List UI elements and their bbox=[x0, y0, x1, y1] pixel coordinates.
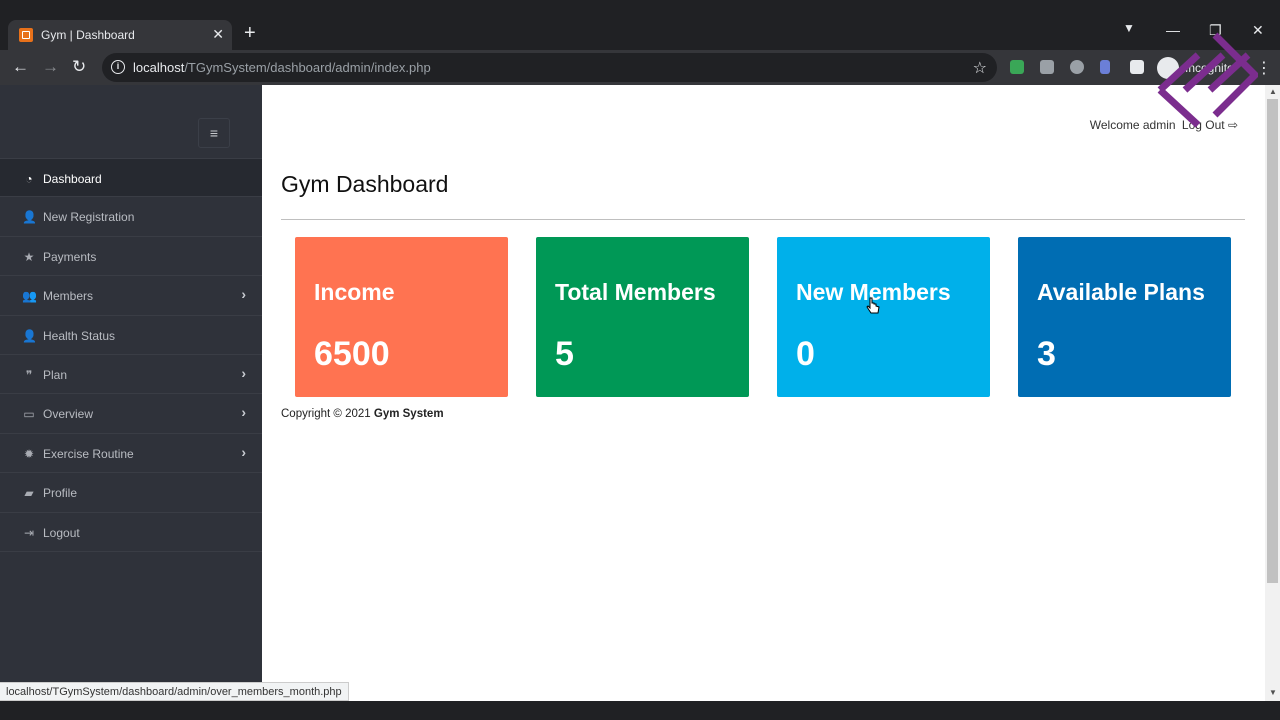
chevron-right-icon: › bbox=[241, 443, 246, 460]
gear-icon: ✹ bbox=[23, 446, 35, 461]
stat-card-new-members[interactable]: New Members 0 bbox=[777, 237, 990, 397]
status-url-bar: localhost/TGymSystem/dashboard/admin/ove… bbox=[0, 682, 349, 701]
scroll-down-icon[interactable]: ▼ bbox=[1269, 688, 1277, 697]
sidebar-item-plan[interactable]: ❞ Plan › bbox=[0, 355, 262, 395]
sidebar-nav: ◔ Dashboard 👤 New Registration ★ Payments 👥 Mem… bbox=[0, 158, 262, 552]
copyright-brand: Gym System bbox=[373, 408, 444, 420]
sidebar-item-dashboard[interactable]: ◔ Dashboard bbox=[0, 158, 262, 198]
sidebar-item-label: Payments bbox=[43, 249, 97, 264]
camera-icon[interactable] bbox=[1040, 60, 1054, 74]
folder-icon: ▰ bbox=[24, 486, 34, 501]
pen-icon[interactable] bbox=[1100, 60, 1110, 74]
new-tab-button[interactable]: + bbox=[244, 23, 256, 43]
sidebar-item-label: Health Status bbox=[43, 328, 116, 343]
sidebar-item-label: Plan bbox=[43, 367, 68, 382]
sidebar-item-label: Exercise Routine bbox=[43, 446, 134, 461]
quote-icon: ❞ bbox=[25, 367, 33, 382]
user-plus-icon: 👤 bbox=[22, 210, 37, 225]
cloud-icon[interactable] bbox=[1070, 60, 1084, 74]
url-host: localhost bbox=[133, 60, 185, 75]
extension-icon[interactable] bbox=[1010, 60, 1024, 74]
card-title: Total Members bbox=[555, 279, 716, 305]
sidebar-item-exercise-routine[interactable]: ✹ Exercise Routine › bbox=[0, 434, 262, 474]
address-bar[interactable]: i localhost/TGymSystem/dashboard/admin/i… bbox=[102, 53, 997, 82]
card-value: 5 bbox=[555, 335, 574, 373]
star-icon: ★ bbox=[23, 249, 35, 264]
chevron-right-icon: › bbox=[241, 286, 246, 303]
card-title: Income bbox=[314, 279, 395, 305]
tab-search-icon[interactable]: ▼ bbox=[1123, 21, 1135, 35]
user-plus-icon: 👤 bbox=[22, 328, 37, 343]
watermark-logo bbox=[1157, 32, 1258, 128]
archive-icon: ▭ bbox=[23, 407, 35, 422]
sidebar-item-health-status[interactable]: 👤 Health Status bbox=[0, 316, 262, 355]
forward-button[interactable]: → bbox=[42, 57, 59, 77]
site-info-icon[interactable]: i bbox=[111, 60, 125, 74]
sidebar-item-overview[interactable]: ▭ Overview › bbox=[0, 394, 262, 434]
url-path: /TGymSystem/dashboard/admin/index.php bbox=[184, 60, 431, 75]
tab-strip: Gym | Dashboard ✕ + ▼ — ❐ ✕ bbox=[0, 18, 1280, 50]
tab-title: Gym | Dashboard bbox=[41, 28, 135, 42]
url-text[interactable]: localhost/TGymSystem/dashboard/admin/ind… bbox=[133, 60, 431, 75]
page-scrollbar[interactable]: ▲ ▼ bbox=[1265, 85, 1280, 701]
sidebar-item-label: Profile bbox=[43, 486, 78, 501]
stat-card-available-plans[interactable]: Available Plans 3 bbox=[1018, 237, 1231, 397]
main-content: Welcome admin Log Out ⇨ Gym Dashboard In… bbox=[262, 85, 1265, 701]
hand-cursor-icon bbox=[866, 297, 880, 314]
sidebar-item-members[interactable]: 👥 Members › bbox=[0, 276, 262, 316]
scroll-up-icon[interactable]: ▲ bbox=[1269, 87, 1277, 96]
stat-card-total-members[interactable]: Total Members 5 bbox=[536, 237, 749, 397]
scrollbar-thumb[interactable] bbox=[1267, 99, 1278, 583]
dashboard-icon: ◔ bbox=[25, 172, 33, 186]
sidebar-item-label: Dashboard bbox=[43, 172, 102, 186]
card-value: 0 bbox=[796, 335, 815, 373]
copyright-text: Copyright © 2021 bbox=[281, 408, 371, 420]
reload-button[interactable]: ↻ bbox=[72, 57, 86, 77]
chevron-right-icon: › bbox=[241, 404, 246, 421]
sidebar-item-profile[interactable]: ▰ Profile bbox=[0, 473, 262, 513]
sign-out-icon: ⇥ bbox=[23, 525, 35, 540]
stat-card-income[interactable]: Income 6500 bbox=[295, 237, 508, 397]
card-value: 6500 bbox=[314, 335, 390, 373]
page-title: Gym Dashboard bbox=[281, 171, 449, 197]
sidebar-item-logout[interactable]: ⇥ Logout bbox=[0, 513, 262, 552]
card-title: Available Plans bbox=[1037, 279, 1205, 305]
browser-menu-icon[interactable]: ⋮ bbox=[1256, 58, 1272, 78]
favicon-icon bbox=[19, 28, 33, 42]
back-button[interactable]: ← bbox=[12, 57, 29, 77]
tab-close-icon[interactable]: ✕ bbox=[212, 26, 224, 43]
chevron-right-icon: › bbox=[241, 364, 246, 381]
sidebar-item-label: Logout bbox=[43, 525, 80, 540]
sidebar-toggle-button[interactable]: ≡ bbox=[198, 118, 230, 148]
sidebar-item-label: New Registration bbox=[43, 210, 135, 225]
browser-window: Gym | Dashboard ✕ + ▼ — ❐ ✕ ← → ↻ i loca… bbox=[0, 0, 1280, 720]
web-page: ≡ ◔ Dashboard 👤 New Registration ★ Payments 👥 M… bbox=[0, 85, 1280, 701]
bookmark-star-icon[interactable]: ☆ bbox=[973, 58, 987, 78]
browser-toolbar: ← → ↻ i localhost/TGymSystem/dashboard/a… bbox=[0, 50, 1280, 85]
card-value: 3 bbox=[1037, 335, 1056, 373]
sidebar-item-payments[interactable]: ★ Payments bbox=[0, 237, 262, 277]
sidebar-item-label: Overview bbox=[43, 407, 94, 422]
browser-tab[interactable]: Gym | Dashboard ✕ bbox=[8, 20, 232, 50]
divider bbox=[281, 219, 1245, 220]
sidebar-item-new-registration[interactable]: 👤 New Registration bbox=[0, 197, 262, 237]
sidebar-item-label: Members bbox=[43, 289, 94, 304]
footer-copyright: Copyright © 2021 Gym System bbox=[281, 408, 444, 420]
sidebar: ≡ ◔ Dashboard 👤 New Registration ★ Payments 👥 M… bbox=[0, 85, 262, 701]
users-icon: 👥 bbox=[22, 289, 37, 304]
